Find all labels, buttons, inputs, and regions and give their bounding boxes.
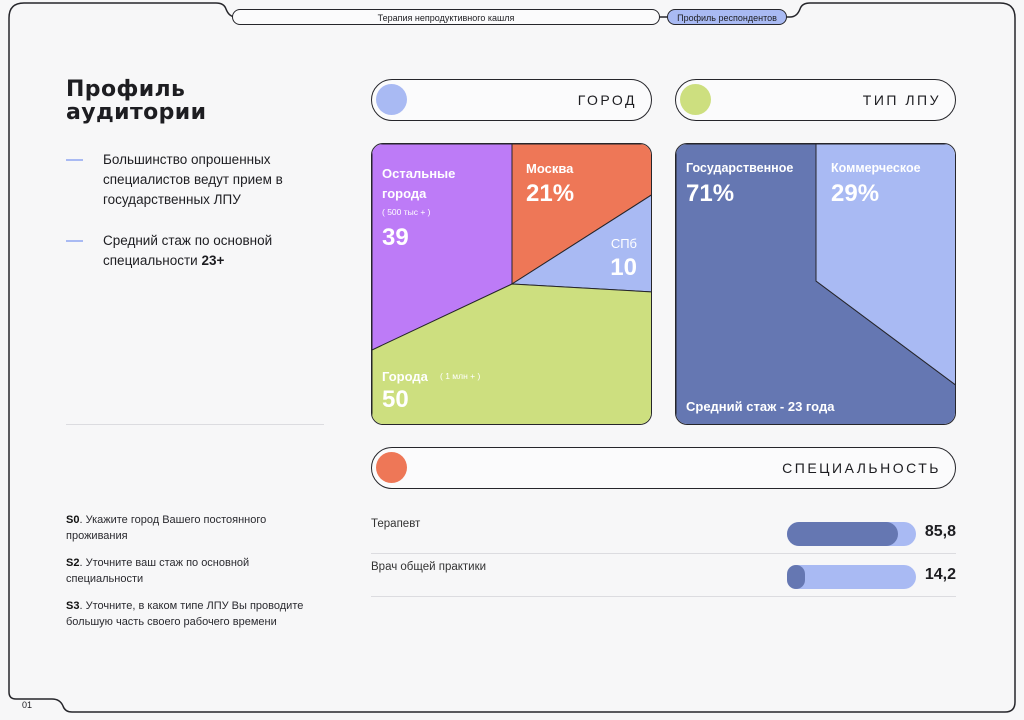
lpu-type-card: Государственное 71% Коммерческое 29% Сре… [675,143,956,425]
title-line-1: Профиль [66,77,186,102]
spb-label: СПб [610,236,637,251]
bar-track [787,565,916,589]
other-cities-value: 39 [382,224,409,251]
page-title: Профиль аудитории [66,78,206,124]
section-header-lpu-type: ТИП ЛПУ [675,79,956,121]
spb-value: 10 [610,254,637,281]
million-cities-sublabel: ( 1 млн + ) [440,371,481,381]
question-code: S0 [66,514,80,526]
commercial-value: 29% [831,180,880,207]
specialty-row: Терапевт 85,8 [371,513,956,554]
bar-fill [787,565,806,589]
state-label: Государственное [686,161,794,175]
bar-track [787,522,916,546]
question-s3: S3. Уточните, в каком типе ЛПУ Вы провод… [66,598,316,630]
green-dot-icon [680,84,711,115]
bullet-text-main: Средний стаж по основной специальности [103,233,273,268]
tab-respondent-profile[interactable]: Профиль респондентов [667,9,787,25]
other-cities-label-line1: Остальные [382,166,456,181]
question-text: . Укажите город Вашего постоянного прожи… [66,514,267,542]
specialty-value: 14,2 [924,566,956,583]
section-header-specialty: СПЕЦИАЛЬНОСТЬ [371,447,956,489]
section-label: СПЕЦИАЛЬНОСТЬ [782,460,941,476]
orange-dot-icon [376,452,407,483]
million-cities-label: Города [382,369,428,384]
question-text: . Уточните, в каком типе ЛПУ Вы проводит… [66,600,304,628]
bar-fill [787,522,898,546]
other-cities-label-line2: города [382,186,427,201]
tab-therapy[interactable]: Терапия непродуктивного кашля [232,9,660,25]
question-code: S3 [66,600,80,612]
page-number: 01 [22,700,33,710]
commercial-label: Коммерческое [831,161,921,175]
moscow-label: Москва [526,161,574,176]
section-label: ГОРОД [577,92,637,108]
bullet-text-bold: 23+ [201,253,225,268]
question-code: S2 [66,557,80,569]
question-text: . Уточните ваш стаж по основной специаль… [66,557,250,585]
bullet-text: Средний стаж по основной специальности 2… [103,231,333,271]
state-value: 71% [686,180,735,207]
experience-note: Средний стаж - 23 года [686,399,835,414]
bullet-dash [66,240,83,242]
question-s0: S0. Укажите город Вашего постоянного про… [66,512,316,544]
city-distribution-card: Остальные города ( 500 тыс + ) 39 Москва… [371,143,652,425]
specialty-row: Врач общей практики 14,2 [371,556,956,597]
title-line-2: аудитории [66,100,207,125]
specialty-value: 85,8 [924,523,956,540]
moscow-value: 21% [526,180,575,207]
divider [66,424,324,425]
section-label: ТИП ЛПУ [862,92,941,108]
other-cities-label: Остальные города [382,164,455,204]
specialty-name: Терапевт [371,518,421,530]
other-cities-sublabel: ( 500 тыс + ) [382,207,431,217]
bullet-dash [66,159,83,161]
question-s2: S2. Уточните ваш стаж по основной специа… [66,555,316,587]
million-cities-value: 50 [382,386,409,413]
specialty-name: Врач общей практики [371,561,487,573]
bullet-text: Большинство опрошенных специалистов веду… [103,152,283,207]
blue-dot-icon [376,84,407,115]
section-header-city: ГОРОД [371,79,652,121]
